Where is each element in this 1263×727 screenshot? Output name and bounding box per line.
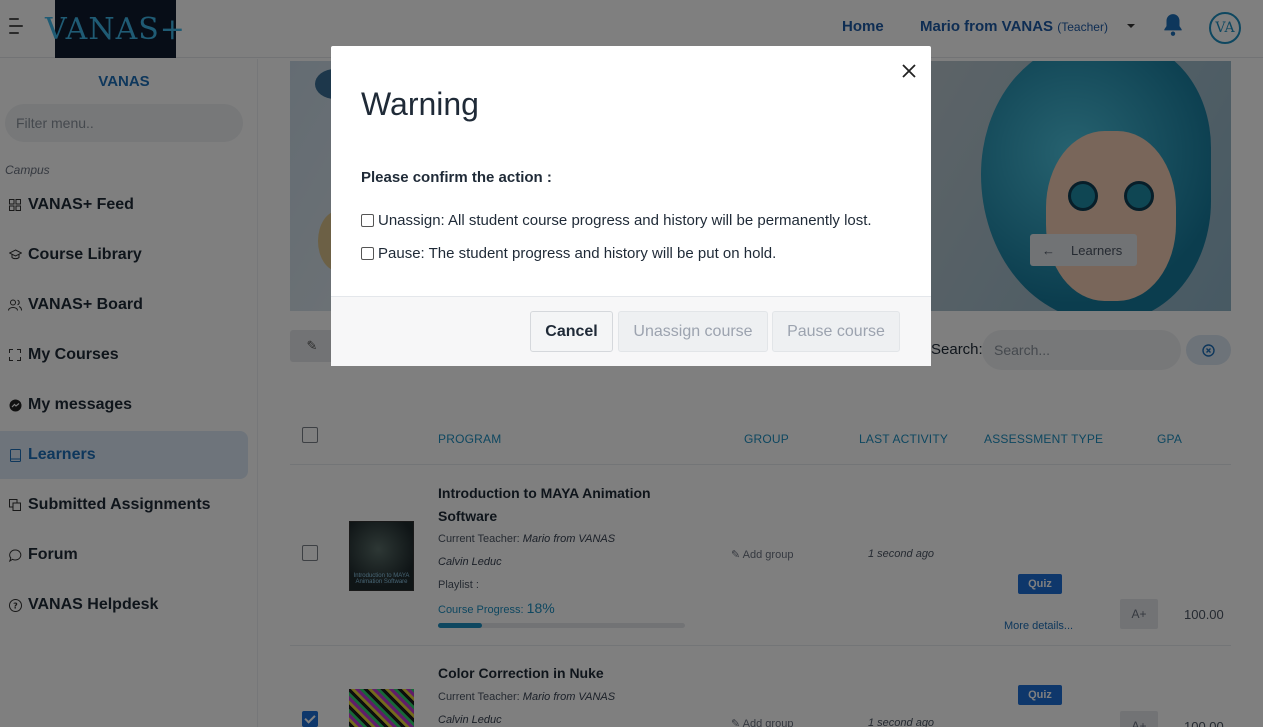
unassign-checkbox[interactable] [361, 214, 374, 227]
warning-dialog: Warning Please confirm the action : Unas… [331, 46, 931, 366]
close-icon [902, 64, 916, 78]
unassign-course-button[interactable]: Unassign course [618, 311, 768, 352]
confirm-action-label: Please confirm the action : [361, 169, 552, 186]
pause-course-button[interactable]: Pause course [772, 311, 900, 352]
pause-checkbox[interactable] [361, 247, 374, 260]
unassign-option-label: Unassign: All student course progress an… [378, 212, 872, 229]
close-dialog-button[interactable] [897, 59, 921, 83]
dialog-title: Warning [361, 86, 479, 122]
dialog-footer: Cancel Unassign course Pause course [331, 296, 931, 366]
pause-option[interactable]: Pause: The student progress and history … [361, 245, 776, 262]
unassign-option[interactable]: Unassign: All student course progress an… [361, 212, 872, 229]
cancel-button[interactable]: Cancel [530, 311, 613, 352]
pause-option-label: Pause: The student progress and history … [378, 245, 777, 262]
